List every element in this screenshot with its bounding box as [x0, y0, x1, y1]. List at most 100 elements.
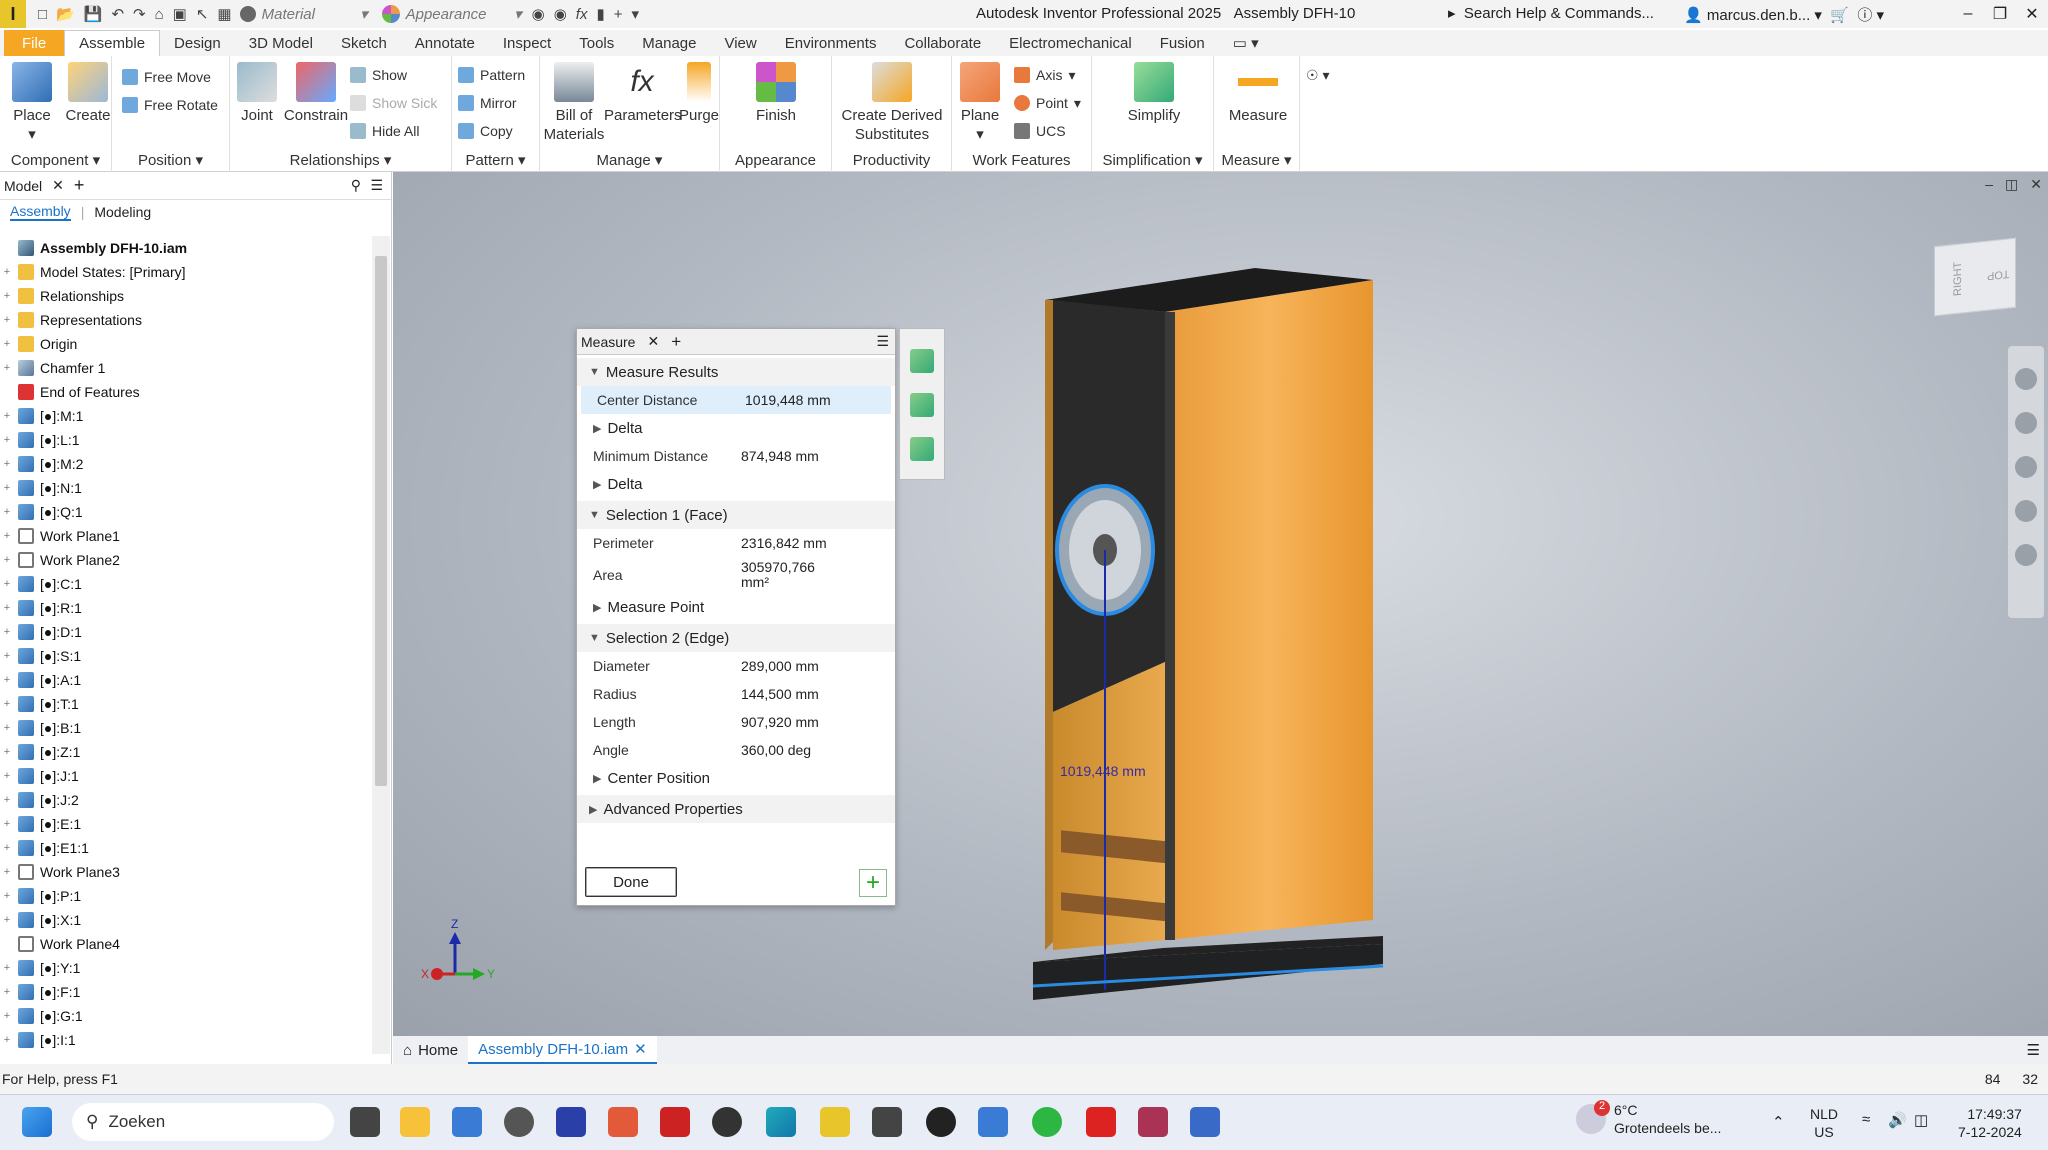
app-icon-5[interactable] — [712, 1107, 742, 1137]
center-distance-row[interactable]: Center Distance 1019,448 mm — [581, 386, 891, 414]
clear-override-icon[interactable]: ◉ — [554, 5, 567, 23]
inventor-logo[interactable]: I — [0, 0, 26, 28]
tab-manage[interactable]: Manage — [628, 30, 710, 56]
tree-node[interactable]: + Model States: [Primary] — [0, 260, 372, 284]
new-icon[interactable]: □ — [38, 6, 47, 23]
expand-node-icon[interactable]: + — [0, 362, 14, 374]
delta-row-2[interactable]: ▶ Delta — [577, 470, 895, 498]
done-button[interactable]: Done — [585, 867, 677, 897]
tree-node[interactable]: + [●]:X:1 — [0, 908, 372, 932]
tree-node[interactable]: + [●]:Q:1 — [0, 500, 372, 524]
expand-node-icon[interactable]: + — [0, 530, 14, 542]
expand-node-icon[interactable]: + — [0, 962, 14, 974]
subtab-assembly[interactable]: Assembly — [10, 203, 71, 221]
tree-node[interactable]: + [●]:B:1 — [0, 716, 372, 740]
selection-2-section[interactable]: ▼ Selection 2 (Edge) — [577, 624, 895, 652]
expand-node-icon[interactable]: + — [0, 698, 14, 710]
app-icon-1[interactable] — [504, 1107, 534, 1137]
zoom-icon[interactable] — [2015, 456, 2037, 478]
copy-button[interactable]: Copy — [458, 120, 513, 142]
advanced-properties-section[interactable]: ▶ Advanced Properties — [577, 795, 895, 823]
tab-file[interactable]: File — [4, 30, 65, 56]
ucs-button[interactable]: UCS — [1014, 120, 1066, 142]
view-cube[interactable]: RIGHT TOP — [1934, 237, 2016, 317]
simplify-button[interactable]: Simplify — [1126, 62, 1182, 125]
start-icon[interactable] — [22, 1107, 52, 1137]
expand-node-icon[interactable]: + — [0, 290, 14, 302]
tab-assemble[interactable]: Assemble — [64, 29, 161, 57]
free-move-button[interactable]: Free Move — [122, 66, 211, 88]
user-account[interactable]: 👤 marcus.den.b... ▾ 🛒 ⓘ ▾ — [1684, 4, 1884, 25]
expand-node-icon[interactable]: + — [0, 578, 14, 590]
perimeter-row[interactable]: Perimeter 2316,842 mm — [577, 529, 895, 557]
add-measurement-button[interactable]: + — [859, 869, 887, 897]
material-selector[interactable]: Material ▾ — [239, 5, 368, 23]
expand-node-icon[interactable]: + — [0, 506, 14, 518]
look-at-icon[interactable] — [2015, 544, 2037, 566]
tab-fusion[interactable]: Fusion — [1146, 30, 1219, 56]
restore-icon[interactable]: ❐ — [1984, 0, 2016, 28]
clock[interactable]: 17:49:37 7-12-2024 — [1958, 1105, 2022, 1141]
area-row[interactable]: Area 305970,766 mm² — [577, 557, 895, 593]
tree-node[interactable]: + [●]:C:1 — [0, 572, 372, 596]
weather-widget[interactable]: 2 6°C Grotendeels be... — [1576, 1100, 1721, 1137]
finish-button[interactable]: Finish — [748, 62, 804, 125]
store-icon[interactable] — [452, 1107, 482, 1137]
group-relationships-label[interactable]: Relationships ▾ — [230, 151, 451, 169]
axis-button[interactable]: Axis ▾ — [1014, 64, 1075, 86]
close-browser-icon[interactable]: ✕ — [52, 177, 64, 194]
constrain-button[interactable]: Constrain — [282, 62, 350, 125]
edge-icon[interactable] — [766, 1107, 796, 1137]
expand-node-icon[interactable]: + — [0, 266, 14, 278]
side-panel-wood[interactable] — [1165, 280, 1373, 940]
browser-scrollbar[interactable] — [372, 236, 390, 1054]
group-position-label[interactable]: Position ▾ — [112, 151, 229, 169]
hide-all-button[interactable]: Hide All — [350, 120, 419, 142]
create-button[interactable]: Create — [60, 62, 116, 125]
expand-node-icon[interactable]: + — [0, 458, 14, 470]
steering-wheel-icon[interactable] — [2015, 368, 2037, 390]
tree-node[interactable]: + [●]:Y:1 — [0, 956, 372, 980]
clear-selection-icon[interactable] — [910, 437, 934, 461]
battery-icon[interactable]: ◫ — [1914, 1111, 1928, 1129]
expand-node-icon[interactable]: + — [0, 986, 14, 998]
tree-node[interactable]: + [●]:J:2 — [0, 788, 372, 812]
app-icon-6[interactable] — [872, 1107, 902, 1137]
tree-node[interactable]: + Chamfer 1 — [0, 356, 372, 380]
tree-node[interactable]: + Work Plane3 — [0, 860, 372, 884]
expand-node-icon[interactable]: + — [0, 482, 14, 494]
tree-node[interactable]: + [●]:D:1 — [0, 620, 372, 644]
subtab-modeling[interactable]: Modeling — [94, 204, 151, 220]
tree-node[interactable]: + Relationships — [0, 284, 372, 308]
tab-sketch[interactable]: Sketch — [327, 30, 401, 56]
search-icon[interactable]: ⚲ — [351, 177, 361, 194]
tab-home[interactable]: ⌂ Home — [393, 1036, 468, 1064]
task-view-icon[interactable] — [350, 1107, 380, 1137]
tree-node[interactable]: + [●]:Z:1 — [0, 740, 372, 764]
point-button[interactable]: Point ▾ — [1014, 92, 1081, 114]
document-tabs-menu-icon[interactable]: ☰ — [2027, 1041, 2040, 1059]
help-search[interactable]: ▸ Search Help & Commands... — [1448, 4, 1654, 22]
tree-node[interactable]: + [●]:F:1 — [0, 980, 372, 1004]
expand-node-icon[interactable]: + — [0, 674, 14, 686]
tab-annotate[interactable]: Annotate — [401, 30, 489, 56]
close-tab-icon[interactable]: ✕ — [634, 1040, 647, 1058]
tab-design[interactable]: Design — [160, 30, 235, 56]
length-row[interactable]: Length 907,920 mm — [577, 708, 895, 736]
expand-node-icon[interactable]: + — [0, 842, 14, 854]
color-override-icon[interactable]: ◉ — [532, 5, 545, 23]
tree-node[interactable]: + [●]:M:1 — [0, 404, 372, 428]
tree-node[interactable]: + Representations — [0, 308, 372, 332]
update-icon[interactable]: ▣ — [173, 5, 187, 23]
tab-inspect[interactable]: Inspect — [489, 30, 565, 56]
viewport-close-icon[interactable]: ✕ — [2030, 176, 2042, 193]
whatsapp-icon[interactable] — [1032, 1107, 1062, 1137]
selection-1-section[interactable]: ▼ Selection 1 (Face) — [577, 501, 895, 529]
expand-node-icon[interactable]: + — [0, 1010, 14, 1022]
view-cube-right-face[interactable]: RIGHT — [1952, 261, 1964, 296]
view-cube-top-face[interactable]: TOP — [1987, 267, 2009, 281]
app-icon-7[interactable] — [926, 1107, 956, 1137]
expand-node-icon[interactable]: + — [0, 338, 14, 350]
tray-chevron-icon[interactable]: ⌃ — [1772, 1113, 1785, 1131]
measure-point-row[interactable]: ▶ Measure Point — [577, 593, 895, 621]
